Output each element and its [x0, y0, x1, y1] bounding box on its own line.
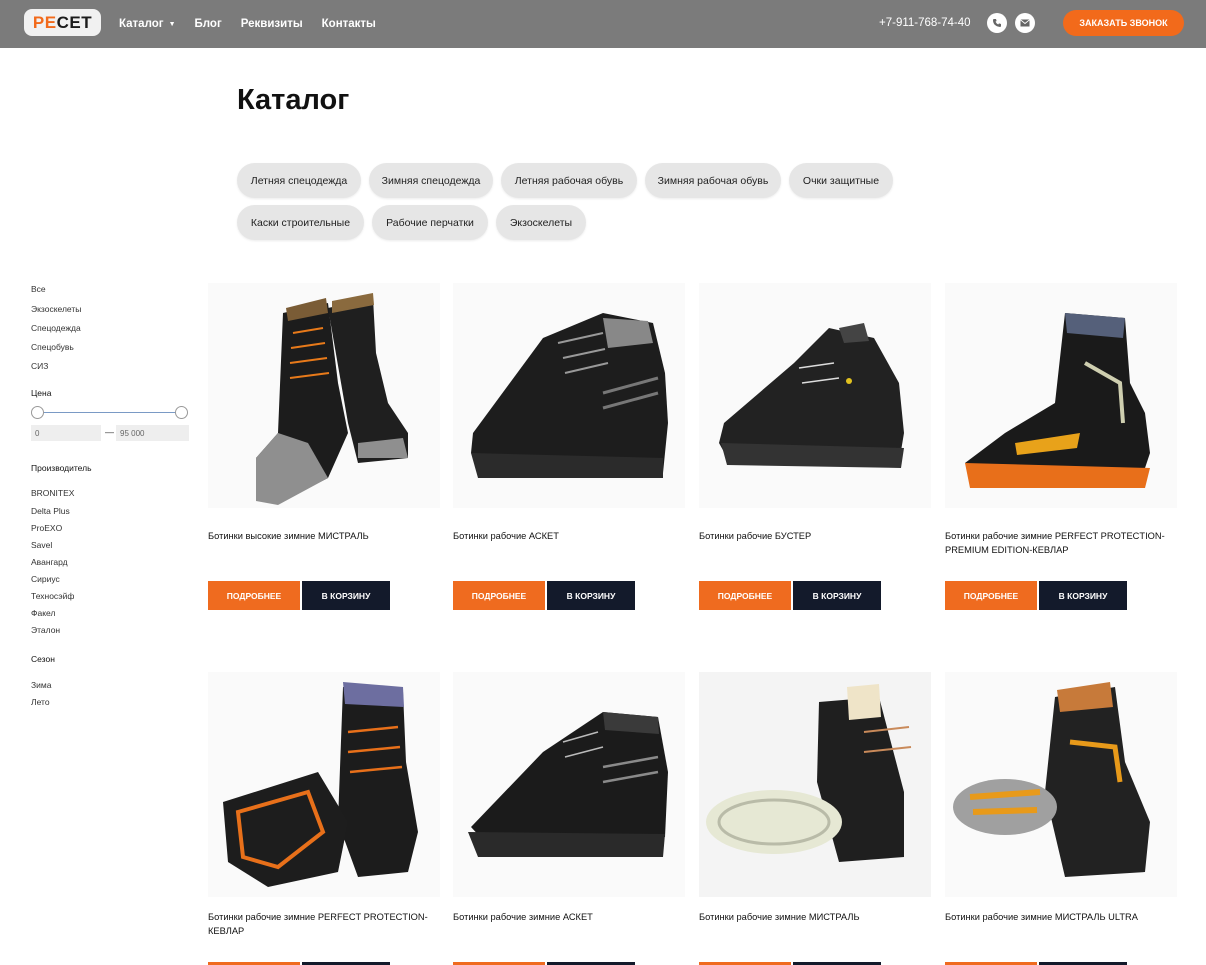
product-image[interactable] [699, 672, 931, 897]
price-max-input[interactable] [116, 425, 189, 441]
details-button[interactable]: ПОДРОБНЕЕ [208, 581, 300, 610]
logo[interactable]: PECET [24, 9, 101, 36]
product-name[interactable]: Ботинки рабочие зимние АСКЕТ [453, 910, 685, 924]
product-name[interactable]: Ботинки рабочие зимние PERFECT PROTECTIO… [945, 529, 1177, 557]
add-to-cart-button[interactable]: В КОРЗИНУ [547, 581, 635, 610]
product-name[interactable]: Ботинки рабочие АСКЕТ [453, 529, 685, 543]
add-to-cart-button[interactable]: В КОРЗИНУ [1039, 581, 1127, 610]
product-image[interactable] [699, 283, 931, 508]
category-chip-winter-footwear[interactable]: Зимняя рабочая обувь [645, 163, 781, 198]
category-chip-summer-footwear[interactable]: Летняя рабочая обувь [501, 163, 637, 198]
manufacturer-option[interactable]: Savel [31, 540, 52, 550]
nav-item-blog[interactable]: Блог [195, 18, 222, 30]
price-slider-min-handle[interactable] [31, 406, 44, 419]
product-image[interactable] [945, 283, 1177, 508]
manufacturer-option[interactable]: ProEXO [31, 523, 62, 533]
manufacturer-filter-label: Производитель [31, 463, 92, 473]
mail-icon[interactable] [1015, 13, 1035, 33]
season-option-winter[interactable]: Зима [31, 680, 51, 690]
price-filter-label: Цена [31, 388, 52, 398]
callback-button[interactable]: ЗАКАЗАТЬ ЗВОНОК [1063, 10, 1184, 36]
caret-down-icon: ▼ [168, 20, 176, 28]
price-slider-max-handle[interactable] [175, 406, 188, 419]
details-button[interactable]: ПОДРОБНЕЕ [945, 581, 1037, 610]
sidebar-section-all[interactable]: Все [31, 284, 46, 294]
manufacturer-option[interactable]: BRONITEX [31, 488, 74, 498]
nav-item-contacts[interactable]: Контакты [322, 18, 376, 30]
manufacturer-option[interactable]: Факел [31, 608, 55, 618]
product-image[interactable] [945, 672, 1177, 897]
product-name[interactable]: Ботинки рабочие БУСТЕР [699, 529, 931, 543]
product-image[interactable] [453, 672, 685, 897]
phone-icon[interactable] [987, 13, 1007, 33]
price-range-dash: — [105, 427, 114, 437]
manufacturer-option[interactable]: Техносэйф [31, 591, 74, 601]
category-chip-exoskeletons[interactable]: Экзоскелеты [496, 205, 586, 240]
category-chip-summer-workwear[interactable]: Летняя спецодежда [237, 163, 361, 198]
product-image[interactable] [208, 283, 440, 508]
sidebar-section-exoskeletons[interactable]: Экзоскелеты [31, 304, 81, 314]
phone-number[interactable]: +7-911-768-74-40 [879, 17, 971, 29]
product-name[interactable]: Ботинки рабочие зимние МИСТРАЛЬ ULTRA [945, 910, 1177, 924]
category-chip-goggles[interactable]: Очки защитные [789, 163, 893, 198]
product-name[interactable]: Ботинки рабочие зимние PERFECT PROTECTIO… [208, 910, 440, 938]
category-chip-winter-workwear[interactable]: Зимняя спецодежда [369, 163, 493, 198]
manufacturer-option[interactable]: Сириус [31, 574, 60, 584]
sidebar-section-workwear[interactable]: Спецодежда [31, 323, 81, 333]
nav-item-catalog[interactable]: Каталог ▼ [119, 18, 176, 30]
price-min-input[interactable] [31, 425, 101, 441]
manufacturer-option[interactable]: Эталон [31, 625, 60, 635]
product-name[interactable]: Ботинки рабочие зимние МИСТРАЛЬ [699, 910, 931, 924]
product-image[interactable] [453, 283, 685, 508]
season-filter-label: Сезон [31, 654, 55, 664]
main-nav: Каталог ▼ Блог Реквизиты Контакты [119, 0, 395, 48]
price-slider-track[interactable] [37, 412, 182, 413]
nav-item-requisites[interactable]: Реквизиты [241, 18, 303, 30]
add-to-cart-button[interactable]: В КОРЗИНУ [302, 581, 390, 610]
sidebar-section-footwear[interactable]: Спецобувь [31, 342, 74, 352]
page-title: Каталог [237, 84, 350, 116]
product-name[interactable]: Ботинки высокие зимние МИСТРАЛЬ [208, 529, 440, 543]
manufacturer-option[interactable]: Авангард [31, 557, 68, 567]
site-header: PECET Каталог ▼ Блог Реквизиты Контакты +… [0, 0, 1206, 48]
add-to-cart-button[interactable]: В КОРЗИНУ [793, 581, 881, 610]
category-chip-helmets[interactable]: Каски строительные [237, 205, 364, 240]
details-button[interactable]: ПОДРОБНЕЕ [699, 581, 791, 610]
details-button[interactable]: ПОДРОБНЕЕ [453, 581, 545, 610]
season-option-summer[interactable]: Лето [31, 697, 50, 707]
manufacturer-option[interactable]: Delta Plus [31, 506, 70, 516]
category-chip-gloves[interactable]: Рабочие перчатки [372, 205, 488, 240]
sidebar-section-ppe[interactable]: СИЗ [31, 361, 48, 371]
product-image[interactable] [208, 672, 440, 897]
